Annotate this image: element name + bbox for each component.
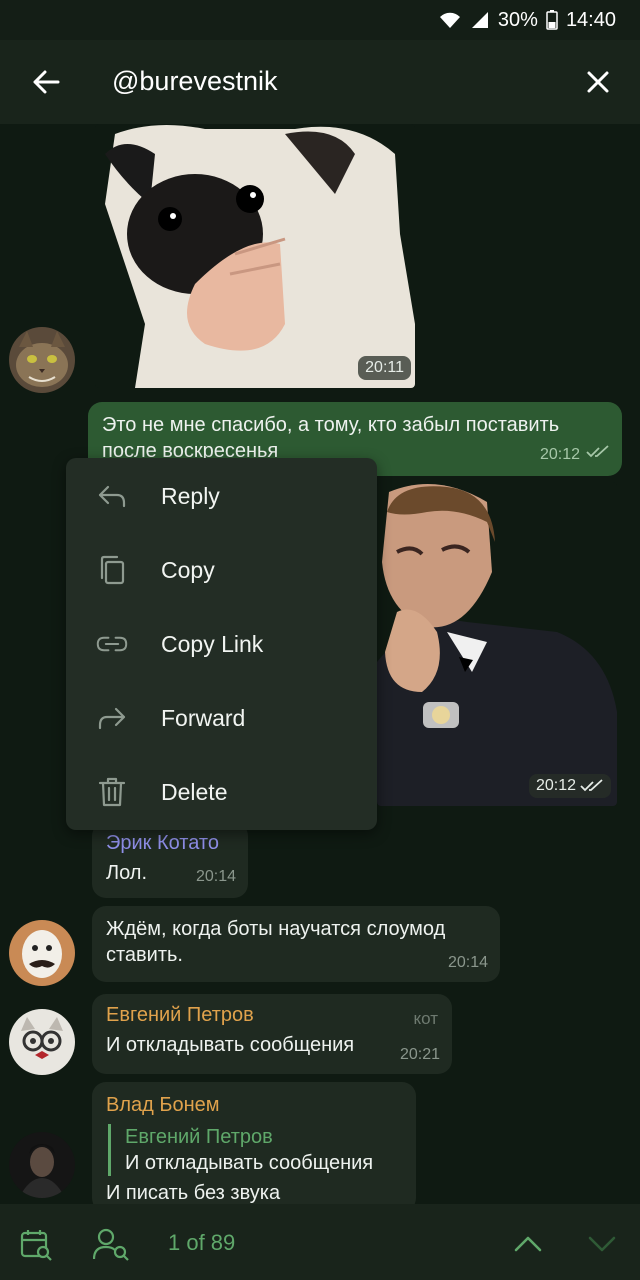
copy-icon <box>96 554 128 586</box>
clock: 14:40 <box>565 8 616 31</box>
battery-icon <box>546 10 558 30</box>
search-navigation-bar: 1 of 89 <box>0 1204 640 1280</box>
wifi-icon <box>438 10 462 30</box>
sticker-gosling[interactable]: 20:12 <box>377 482 617 806</box>
sender-name: Эрик Котато <box>106 832 219 854</box>
search-result-counter: 1 of 89 <box>168 1230 236 1255</box>
avatar-owl[interactable] <box>9 1009 75 1075</box>
sender-name: Влад Бонем <box>106 1094 220 1116</box>
menu-label: Copy <box>161 556 215 583</box>
close-icon[interactable] <box>578 62 618 102</box>
back-arrow-icon[interactable] <box>26 62 66 102</box>
chevron-up-icon[interactable] <box>508 1224 548 1264</box>
message-text-line: ставить. <box>106 944 183 966</box>
message-evgeniy[interactable]: Евгений Петров кот И откладывать сообщен… <box>92 994 452 1074</box>
reply-icon <box>96 480 128 512</box>
reply-text: И откладывать сообщения <box>125 1152 374 1174</box>
menu-item-delete[interactable]: Delete <box>66 755 377 829</box>
avatar-vlad[interactable] <box>9 1132 75 1198</box>
menu-item-forward[interactable]: Forward <box>66 681 377 755</box>
menu-label: Reply <box>161 482 220 509</box>
sticker-pug[interactable]: 20:11 <box>95 124 415 388</box>
signal-icon <box>470 10 490 30</box>
reply-quote[interactable]: Евгений Петров И откладывать сообщения <box>108 1124 402 1176</box>
menu-item-copy[interactable]: Copy <box>66 533 377 607</box>
avatar-cat[interactable] <box>9 327 75 393</box>
context-menu: Reply Copy Copy Link Forward Delete <box>66 458 377 830</box>
forward-icon <box>96 702 128 734</box>
message-text-line: Это не мне спасибо, а тому, кто забыл по… <box>102 414 560 436</box>
read-check-icon <box>586 440 610 466</box>
read-check-icon <box>580 779 603 792</box>
menu-item-copy-link[interactable]: Copy Link <box>66 607 377 681</box>
calendar-search-icon[interactable] <box>16 1224 56 1264</box>
message-time: 20:14 <box>447 954 488 971</box>
message-text: И откладывать сообщения <box>106 1034 355 1056</box>
avatar-mustache[interactable] <box>9 920 75 986</box>
message-erik[interactable]: Эрик Котато Лол. 20:14 <box>92 822 248 898</box>
battery-percent: 30% <box>497 8 538 31</box>
message-time: 20:12 <box>539 446 580 463</box>
menu-item-reply[interactable]: Reply <box>66 459 377 533</box>
link-icon <box>96 628 128 660</box>
message-text: И писать без звука <box>106 1182 281 1204</box>
user-search-icon[interactable] <box>92 1224 132 1264</box>
search-header: @burevestnik <box>0 40 640 124</box>
menu-label: Delete <box>161 778 228 805</box>
message-time: 20:21 <box>399 1046 440 1063</box>
time-stamp: 20:12 <box>528 774 611 798</box>
search-query[interactable]: @burevestnik <box>112 66 277 97</box>
chevron-down-icon[interactable] <box>582 1224 622 1264</box>
menu-label: Copy Link <box>161 630 264 657</box>
member-tag: кот <box>413 1009 439 1028</box>
message-text-line: Ждём, когда боты научатся слоумод <box>106 918 446 940</box>
reply-sender: Евгений Петров <box>125 1126 273 1148</box>
message-time: 20:14 <box>195 868 236 885</box>
menu-label: Forward <box>161 704 246 731</box>
status-bar: 30% 14:40 <box>0 0 640 40</box>
message-vlad[interactable]: Влад Бонем Евгений Петров И откладывать … <box>92 1082 416 1204</box>
trash-icon <box>96 776 128 808</box>
message-bots[interactable]: Ждём, когда боты научатся слоумод ставит… <box>92 906 500 982</box>
sender-name: Евгений Петров <box>106 1004 254 1026</box>
time-stamp: 20:11 <box>358 356 411 380</box>
